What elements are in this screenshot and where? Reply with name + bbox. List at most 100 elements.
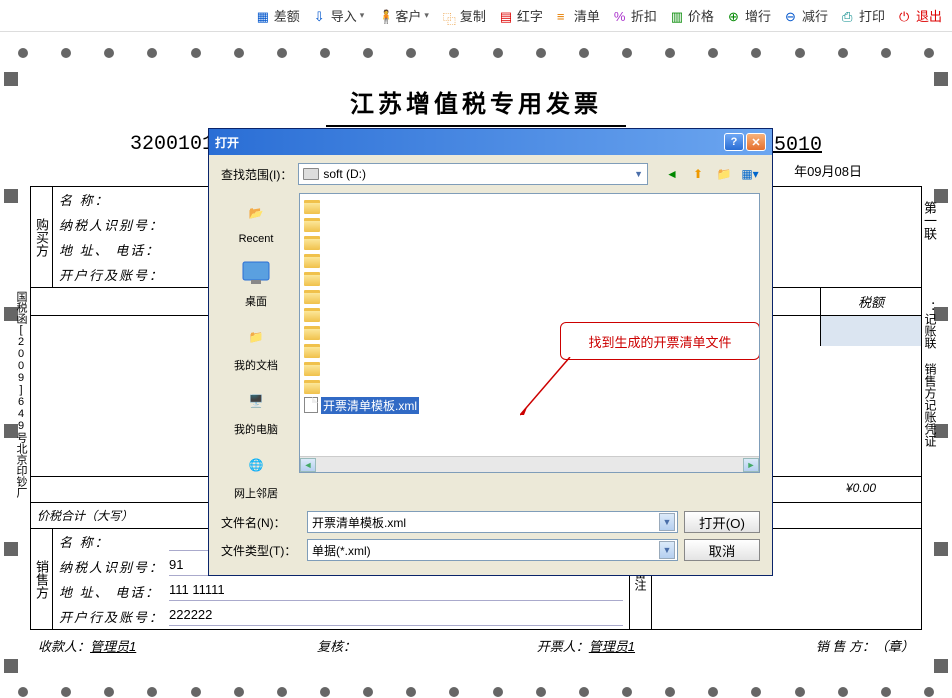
import-icon: ⇩ — [314, 9, 328, 23]
open-button[interactable]: 打开(O) — [684, 511, 760, 533]
tb-addrow[interactable]: ⊕增行 — [728, 6, 771, 25]
up-icon[interactable]: ⬆ — [688, 164, 708, 184]
folder-item[interactable] — [304, 270, 755, 288]
folder-icon — [304, 218, 320, 232]
scroll-left-icon[interactable]: ◄ — [300, 458, 316, 472]
seller-bank-value[interactable]: 222222 — [169, 607, 623, 626]
tb-price[interactable]: ▥价格 — [671, 6, 714, 25]
folder-icon — [304, 326, 320, 340]
minus-icon: ⊖ — [785, 9, 799, 23]
filename-label: 文件名(N)： — [221, 514, 301, 531]
folder-icon — [304, 200, 320, 214]
seller-sign: 销 售 方：（章） — [816, 636, 914, 655]
cancel-button[interactable]: 取消 — [684, 539, 760, 561]
side-text-left: 国税函[2009]649号北京印钞厂 — [11, 287, 31, 502]
folder-item[interactable] — [304, 288, 755, 306]
network-icon: 🌐 — [238, 447, 274, 483]
buyer-taxid-label: 纳税人识别号： — [59, 215, 169, 234]
file-list[interactable]: 开票清单模板.xml 找到生成的开票清单文件 ◄ ► — [299, 193, 760, 473]
tb-discount[interactable]: %折扣 — [614, 6, 657, 25]
drawer-value: 管理员1 — [589, 639, 635, 654]
invoice-title: 江苏增值税专用发票 — [30, 84, 922, 119]
drawer-label: 开票人： — [537, 639, 589, 654]
customer-icon: 🧍 — [378, 9, 392, 23]
sum-value: ¥0.00 — [801, 481, 921, 498]
mycomputer-icon: 🖥️ — [238, 383, 274, 419]
folder-item[interactable] — [304, 234, 755, 252]
tb-import[interactable]: ⇩导入▾ — [314, 6, 365, 25]
folder-item[interactable] — [304, 216, 755, 234]
copy-icon: ⿻ — [443, 9, 457, 23]
sb-recent[interactable]: 📂Recent — [236, 193, 276, 247]
side-text-right2: ：记账联 销售方记账凭证 — [920, 297, 941, 451]
chevron-down-icon: ▾ — [424, 10, 429, 21]
desktop-icon — [238, 255, 274, 291]
print-icon: ⎙ — [842, 9, 856, 23]
total-label: 价税合计（大写） — [37, 507, 133, 524]
sb-mycomputer[interactable]: 🖥️我的电脑 — [232, 381, 280, 439]
seller-bank-label: 开户行及账号： — [59, 607, 169, 626]
discount-icon: % — [614, 9, 628, 23]
folder-icon — [304, 380, 320, 394]
callout-bubble: 找到生成的开票清单文件 — [560, 322, 760, 360]
filetype-label: 文件类型(T)： — [221, 542, 301, 559]
toolbar: ▦差额 ⇩导入▾ 🧍客户▾ ⿻复制 ▤红字 ≡清单 %折扣 ▥价格 ⊕增行 ⊖减… — [0, 0, 952, 32]
tb-print[interactable]: ⎙打印 — [842, 6, 885, 25]
col-tax: 税额 — [821, 288, 921, 315]
dialog-title: 打开 — [215, 134, 239, 151]
recent-icon: 📂 — [238, 195, 274, 231]
sb-network[interactable]: 🌐网上邻居 — [232, 445, 280, 503]
chevron-down-icon[interactable]: ▼ — [659, 541, 675, 559]
sb-mydocs[interactable]: 📁我的文档 — [232, 317, 280, 375]
dialog-titlebar[interactable]: 打开 ? ✕ — [209, 129, 772, 155]
folder-icon — [304, 272, 320, 286]
back-icon[interactable]: ◄ — [662, 164, 682, 184]
red-icon: ▤ — [500, 9, 514, 23]
help-button[interactable]: ? — [724, 133, 744, 151]
selected-filename: 开票清单模板.xml — [321, 397, 419, 414]
disk-icon — [303, 168, 319, 180]
folder-icon — [304, 344, 320, 358]
seller-taxid-label: 纳税人识别号： — [59, 557, 169, 576]
folder-icon — [304, 362, 320, 376]
places-sidebar: 📂Recent 桌面 📁我的文档 🖥️我的电脑 🌐网上邻居 — [221, 193, 291, 503]
tb-red[interactable]: ▤红字 — [500, 6, 543, 25]
callout-tail — [520, 357, 575, 417]
open-dialog: 打开 ? ✕ 查找范围(I)： soft (D:) ▼ ◄ ⬆ 📁 ▦▾ 📂Re… — [208, 128, 773, 576]
close-button[interactable]: ✕ — [746, 133, 766, 151]
folder-icon — [304, 236, 320, 250]
folder-icon — [304, 290, 320, 304]
buyer-bank-label: 开户行及账号： — [59, 265, 169, 284]
invoice-footer: 收款人：管理员1 复核： 开票人：管理员1 销 售 方：（章） — [30, 630, 922, 661]
newfolder-icon[interactable]: 📁 — [714, 164, 734, 184]
seller-addr-value[interactable]: 111 11111 — [169, 582, 623, 601]
tb-exit[interactable]: ⏻退出 — [899, 6, 942, 25]
seller-label: 销售方 — [31, 529, 53, 629]
horizontal-scrollbar[interactable]: ◄ ► — [300, 456, 759, 472]
folder-icon — [304, 254, 320, 268]
reviewer-label: 复核： — [317, 636, 356, 655]
mydocs-icon: 📁 — [238, 319, 274, 355]
seller-name-label: 名 称： — [59, 532, 169, 551]
buyer-label: 购买方 — [31, 187, 53, 287]
filename-combo[interactable]: 开票清单模板.xml▼ — [307, 511, 678, 533]
tb-customer[interactable]: 🧍客户▾ — [378, 6, 429, 25]
tb-diff[interactable]: ▦差额 — [257, 6, 300, 25]
plus-icon: ⊕ — [728, 9, 742, 23]
sb-desktop[interactable]: 桌面 — [236, 253, 276, 311]
tb-list[interactable]: ≡清单 — [557, 6, 600, 25]
chevron-down-icon[interactable]: ▼ — [659, 513, 675, 531]
folder-item[interactable] — [304, 198, 755, 216]
buyer-name-label: 名 称： — [59, 190, 169, 209]
tb-delrow[interactable]: ⊖减行 — [785, 6, 828, 25]
xml-icon — [304, 397, 318, 413]
scroll-right-icon[interactable]: ► — [743, 458, 759, 472]
tb-copy[interactable]: ⿻复制 — [443, 6, 486, 25]
look-in-combo[interactable]: soft (D:) ▼ — [298, 163, 648, 185]
folder-item[interactable] — [304, 252, 755, 270]
views-icon[interactable]: ▦▾ — [740, 164, 760, 184]
folder-icon — [304, 308, 320, 322]
look-in-label: 查找范围(I)： — [221, 166, 292, 183]
price-icon: ▥ — [671, 9, 685, 23]
filetype-combo[interactable]: 单据(*.xml)▼ — [307, 539, 678, 561]
